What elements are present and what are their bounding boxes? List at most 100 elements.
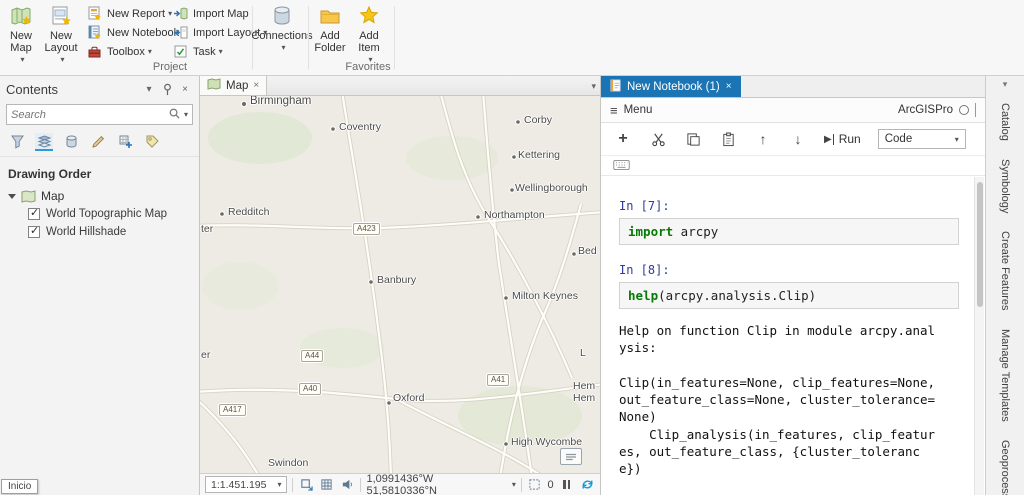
tab-symbology[interactable]: Symbology (999, 150, 1011, 222)
cut-cell-icon[interactable] (649, 130, 667, 148)
notification-icon[interactable] (560, 448, 582, 465)
road-shield: A417 (219, 404, 246, 416)
separator (360, 478, 361, 492)
layer-row[interactable]: ✓ World Hillshade (0, 223, 199, 241)
layer-checkbox[interactable]: ✓ (28, 226, 40, 238)
kernel-indicator: ArcGISPro (898, 103, 976, 117)
cell-output: Help on function Clip in module arcpy.an… (619, 322, 937, 495)
map-tree-node[interactable]: Map (0, 187, 199, 205)
layer-row[interactable]: ✓ World Topographic Map (0, 205, 199, 223)
road-shield: A423 (353, 223, 380, 235)
move-cell-down-icon[interactable]: ↓ (789, 130, 807, 148)
scale-selector[interactable]: 1:1.451.195 ▾ (205, 476, 287, 493)
import-layout-label: Import Layout (193, 27, 260, 39)
filter-icon[interactable] (8, 133, 26, 151)
map-canvas[interactable]: Birmingham Coventry Corby Kettering Redd… (200, 96, 600, 473)
code-keyword: import (628, 224, 673, 239)
run-cell-button[interactable]: ▶ Run (824, 132, 861, 146)
ribbon-separator (394, 6, 395, 69)
list-by-snapping-icon[interactable] (116, 133, 134, 151)
arcgis-pro-window: New Map ▾ New Layout ▾ New Report ▾ (0, 0, 1024, 495)
docked-panes-strip: ▾ Catalog Symbology Create Features Mana… (985, 76, 1024, 495)
close-tab-icon[interactable]: × (726, 81, 732, 92)
audio-icon[interactable] (340, 477, 356, 493)
keyboard-shortcuts-icon[interactable] (613, 159, 630, 173)
contents-header: Contents ▾ × (0, 76, 199, 102)
dropdown-arrow-icon[interactable]: ▾ (512, 480, 516, 489)
new-notebook-icon (87, 25, 102, 40)
tab-create-features[interactable]: Create Features (999, 222, 1011, 319)
scrollbar-thumb[interactable] (977, 182, 983, 307)
cell-type-value: Code (885, 133, 913, 145)
new-layout-button[interactable]: New Layout ▾ (41, 3, 81, 63)
road-shield: A40 (299, 383, 321, 395)
selection-icon[interactable] (527, 477, 543, 493)
pin-icon[interactable] (159, 81, 175, 97)
add-item-button[interactable]: Add Item ▾ (350, 3, 388, 63)
coordinates-readout: 1,0991436°W 51,5810336°N (366, 473, 503, 495)
layer-checkbox[interactable]: ✓ (28, 208, 40, 220)
close-tab-icon[interactable]: × (253, 80, 259, 91)
tab-catalog[interactable]: Catalog (999, 94, 1011, 150)
notebook-tab[interactable]: New Notebook (1) × (601, 76, 741, 97)
toolbox-icon (87, 44, 102, 59)
tab-geoprocessing[interactable]: Geoprocessing (999, 431, 1011, 495)
code-cell[interactable]: import arcpy (619, 218, 959, 245)
move-cell-up-icon[interactable]: ↑ (754, 130, 772, 148)
contents-search[interactable]: ▾ (6, 104, 193, 125)
list-by-toolbar (0, 129, 199, 157)
close-pane-icon[interactable]: × (177, 81, 193, 97)
map-tab[interactable]: Map × (200, 76, 267, 95)
list-by-editing-icon[interactable] (89, 133, 107, 151)
bookmark-icon[interactable] (298, 477, 314, 493)
search-dropdown-icon[interactable]: ▾ (184, 110, 188, 119)
expander-icon[interactable] (8, 194, 16, 199)
dropdown-arrow-icon: ▾ (277, 480, 281, 489)
refresh-icon[interactable] (579, 477, 595, 493)
grid-icon[interactable] (319, 477, 335, 493)
notebook-cells[interactable]: In [7]: import arcpy In [8]: help(arcpy.… (601, 177, 985, 495)
map-label: er (201, 349, 210, 361)
connections-button[interactable]: Connections ▾ (258, 3, 306, 63)
pane-menu-icon[interactable]: ▾ (141, 81, 157, 97)
dropdown-arrow-icon: ▾ (20, 54, 24, 66)
strip-menu-icon[interactable]: ▾ (1003, 79, 1008, 90)
map-label: Redditch (228, 206, 269, 218)
cell-type-select[interactable]: Code ▾ (878, 129, 966, 149)
add-folder-button[interactable]: Add Folder (312, 3, 348, 63)
paste-cell-icon[interactable] (719, 130, 737, 148)
hamburger-icon[interactable]: ≡ (610, 103, 618, 118)
import-layout-icon (173, 25, 188, 40)
add-cell-icon[interactable]: + (614, 130, 632, 148)
dropdown-arrow-icon: ▾ (219, 47, 223, 56)
notebook-scrollbar[interactable] (974, 177, 984, 495)
map-label: Northampton (484, 209, 545, 221)
tab-manage-templates[interactable]: Manage Templates (999, 320, 1011, 431)
ribbon-group-project: Project (125, 61, 215, 73)
selection-count: 0 (548, 479, 554, 491)
task-button[interactable]: Task ▾ (170, 43, 270, 60)
list-by-labeling-icon[interactable] (143, 133, 161, 151)
pause-icon[interactable] (559, 477, 575, 493)
map-label: Kettering (518, 149, 560, 161)
list-by-drawing-order-icon[interactable] (35, 133, 53, 151)
map-label: High Wycombe (511, 436, 582, 448)
ribbon: New Map ▾ New Layout ▾ New Report ▾ (0, 0, 1024, 76)
tab-list-icon[interactable]: ▾ (591, 81, 596, 92)
list-by-data-source-icon[interactable] (62, 133, 80, 151)
search-input[interactable] (11, 109, 168, 121)
contents-title: Contents (6, 82, 139, 97)
new-map-label: New Map (2, 30, 40, 54)
layer-label: World Topographic Map (46, 208, 167, 220)
kernel-separator (975, 103, 976, 117)
copy-cell-icon[interactable] (684, 130, 702, 148)
new-map-button[interactable]: New Map ▾ (2, 3, 40, 63)
import-map-button[interactable]: Import Map (170, 5, 270, 22)
map-node-icon (21, 190, 36, 203)
dropdown-arrow-icon: ▾ (60, 54, 64, 66)
menu-label[interactable]: Menu (624, 104, 653, 116)
map-statusbar: 1:1.451.195 ▾ 1,0991436°W 51,5810336°N ▾… (200, 473, 600, 495)
code-cell[interactable]: help(arcpy.analysis.Clip) (619, 282, 959, 309)
run-label: Run (839, 132, 861, 146)
task-label: Task (193, 46, 216, 58)
